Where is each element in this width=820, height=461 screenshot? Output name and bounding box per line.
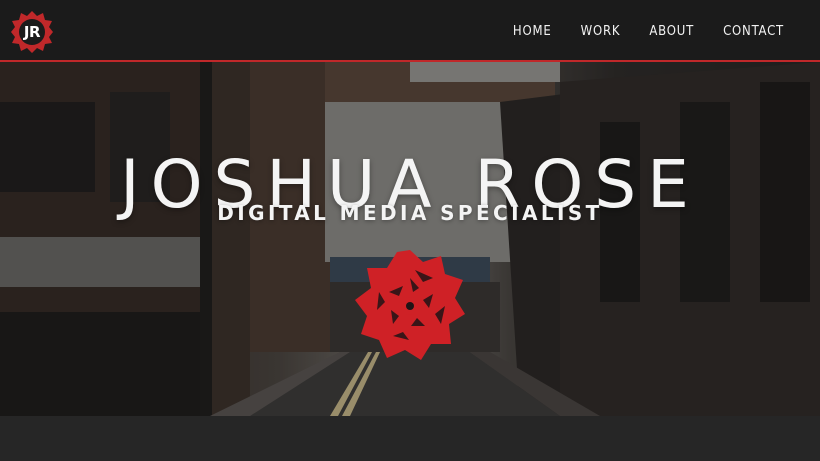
hero-subtitle: DIGITAL MEDIA SPECIALIST	[217, 201, 603, 225]
logo-text: JR	[23, 23, 41, 41]
rose-emblem	[353, 248, 467, 362]
nav-contact[interactable]: CONTACT	[723, 24, 784, 39]
logo[interactable]: JR	[10, 10, 54, 54]
page-lower-band	[0, 416, 820, 461]
main-nav: HOME WORK ABOUT CONTACT	[513, 0, 784, 62]
hero-overlay	[0, 62, 820, 416]
nav-work[interactable]: WORK	[581, 24, 621, 39]
site-header: JR HOME WORK ABOUT CONTACT	[0, 0, 820, 62]
hero-section: JOSHUA ROSE DIGITAL MEDIA SPECIALIST	[0, 62, 820, 416]
nav-home[interactable]: HOME	[513, 24, 552, 39]
rose-emblem-icon	[355, 250, 465, 360]
nav-about[interactable]: ABOUT	[649, 24, 694, 39]
